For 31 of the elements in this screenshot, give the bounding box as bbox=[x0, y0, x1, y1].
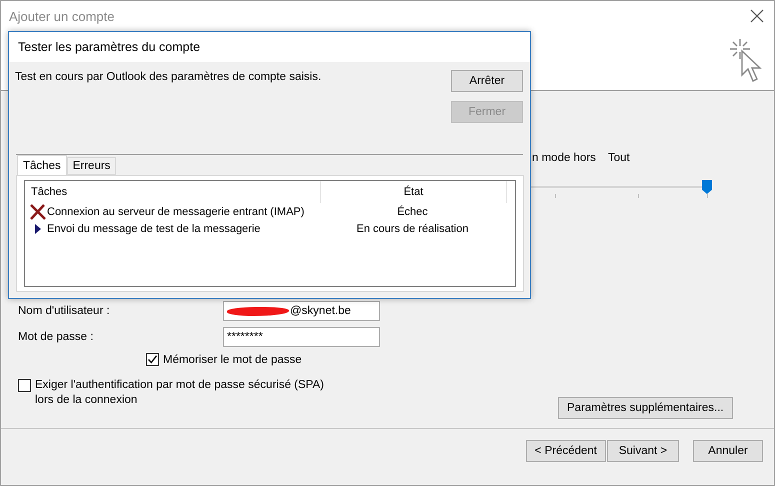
task-name: Connexion au serveur de messagerie entrant (IMAP) bbox=[47, 206, 304, 218]
window-title: Ajouter un compte bbox=[9, 9, 115, 24]
wizard-button[interactable]: Annuler bbox=[693, 440, 763, 462]
close-icon[interactable] bbox=[750, 9, 764, 23]
wizard-button[interactable]: < Précédent bbox=[526, 440, 606, 462]
column-header: État bbox=[321, 181, 507, 203]
tab[interactable]: Erreurs bbox=[66, 157, 116, 175]
field-label: Mot de passe : bbox=[18, 331, 94, 343]
task-status: Échec bbox=[396, 206, 429, 218]
dialog-button[interactable]: Arrêter bbox=[451, 70, 523, 92]
dialog-title: Tester les paramètres du compte bbox=[9, 32, 530, 62]
redaction-mark bbox=[227, 306, 289, 316]
checkbox[interactable] bbox=[18, 379, 31, 392]
task-status: En cours de réalisation bbox=[356, 222, 470, 234]
password-field[interactable]: ******** bbox=[223, 327, 380, 347]
triangle-icon bbox=[35, 224, 41, 234]
cross-icon bbox=[29, 204, 47, 220]
checkbox-label: Exiger l'authentification par mot de passe sécurisé (SPA) lors de la connexion bbox=[35, 378, 325, 408]
task-name: Envoi du message de test de la messagerie bbox=[47, 222, 260, 234]
offline-mode-label: n mode hors bbox=[532, 152, 596, 164]
slider-thumb[interactable] bbox=[702, 180, 712, 194]
checkbox-label: Mémoriser le mot de passe bbox=[163, 354, 302, 366]
checkbox[interactable] bbox=[146, 353, 159, 366]
slider-value-label: Tout bbox=[608, 152, 630, 164]
status-message: Test en cours par Outlook des paramètres de compte saisis. bbox=[15, 71, 322, 85]
field-label: Nom d'utilisateur : bbox=[18, 305, 111, 317]
username-field[interactable]: @skynet.be bbox=[223, 301, 380, 321]
column-header: Tâches bbox=[25, 181, 321, 203]
wizard-button[interactable]: Suivant > bbox=[607, 440, 679, 462]
more-settings-button[interactable]: Paramètres supplémentaires... bbox=[558, 397, 733, 419]
tab[interactable]: Tâches bbox=[17, 155, 67, 175]
